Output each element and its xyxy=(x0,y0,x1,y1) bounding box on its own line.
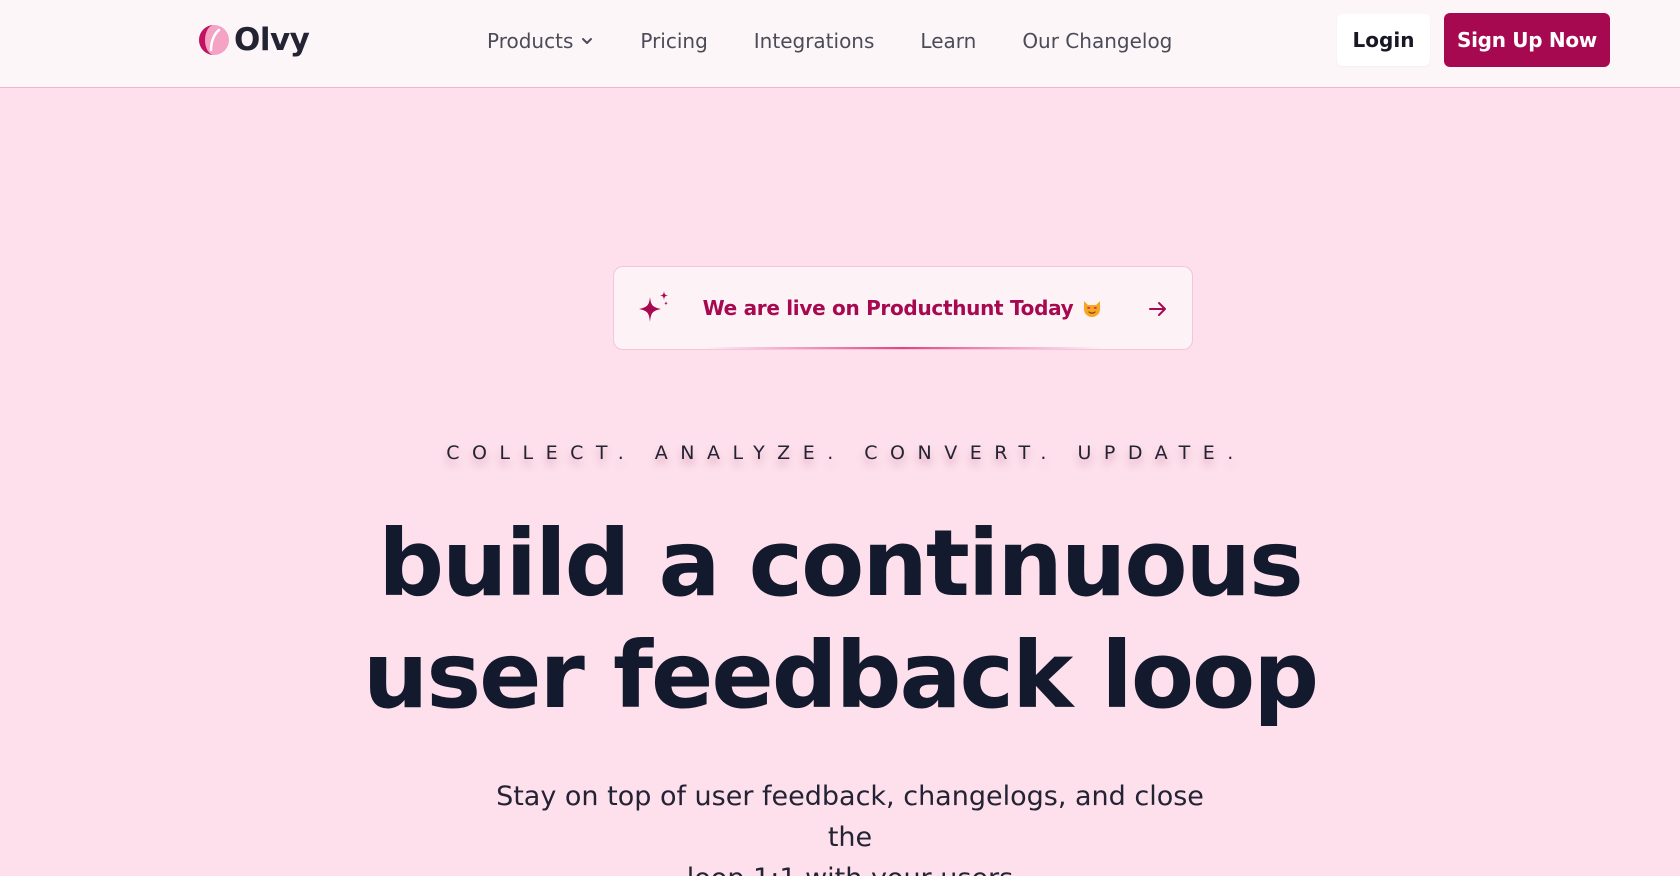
login-button[interactable]: Login xyxy=(1337,14,1430,66)
headline-line-2: user feedback loop xyxy=(362,622,1319,729)
announcement-text: We are live on Producthunt Today xyxy=(702,296,1074,320)
subtitle-line-2: loop 1:1 with your users xyxy=(687,863,1013,876)
chevron-down-icon xyxy=(582,38,593,44)
site-header: Olvy Products Pricing Integrations Learn… xyxy=(0,0,1680,88)
main-nav: Products Pricing Integrations Learn Our … xyxy=(487,26,1172,56)
announcement-text-wrap: We are live on Producthunt Today xyxy=(614,267,1192,349)
arrow-right-icon xyxy=(1149,302,1166,316)
nav-item-label: Learn xyxy=(920,29,977,53)
hero-eyebrow: COLLECT. ANALYZE. CONVERT. UPDATE. xyxy=(446,442,1246,464)
nav-item-label: Integrations xyxy=(753,29,875,53)
sign-up-button[interactable]: Sign Up Now xyxy=(1444,13,1610,67)
cat-emoji-icon xyxy=(1084,301,1101,317)
nav-item-label: Products xyxy=(487,29,574,53)
banner-underline-accent xyxy=(704,347,1102,349)
nav-item-learn[interactable]: Learn xyxy=(920,29,976,53)
hero-headline: build a continuous user feedback loop xyxy=(0,508,1680,732)
nav-item-pricing[interactable]: Pricing xyxy=(640,29,707,53)
hero-subtitle: Stay on top of user feedback, changelogs… xyxy=(490,776,1210,876)
nav-item-integrations[interactable]: Integrations xyxy=(754,29,875,53)
nav-item-label: Pricing xyxy=(640,29,708,53)
nav-item-changelog[interactable]: Our Changelog xyxy=(1022,29,1172,53)
subtitle-line-1: Stay on top of user feedback, changelogs… xyxy=(496,781,1204,853)
headline-line-1: build a continuous xyxy=(378,510,1304,617)
olvy-logo-icon xyxy=(199,25,229,55)
producthunt-announcement-banner[interactable]: We are live on Producthunt Today xyxy=(613,266,1193,350)
nav-item-label: Our Changelog xyxy=(1022,29,1173,53)
brand-name: Olvy xyxy=(234,22,310,58)
logo-link[interactable]: Olvy xyxy=(198,20,310,60)
nav-item-products[interactable]: Products xyxy=(487,29,594,53)
